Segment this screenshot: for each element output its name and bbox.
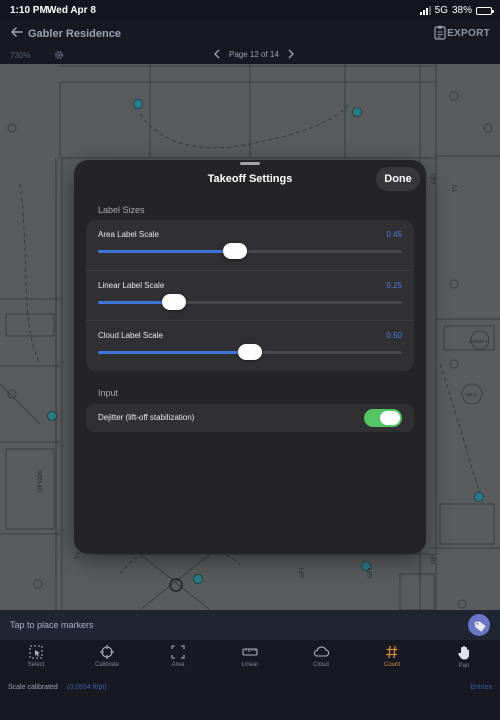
drag-handle[interactable]: [240, 162, 260, 165]
toggle-knob: [380, 411, 400, 425]
slider-fill: [98, 351, 250, 354]
slider-label: Area Label Scale: [98, 230, 159, 239]
tag-button[interactable]: [468, 614, 490, 636]
dejitter-row: Dejitter (lift-off stabilization): [86, 404, 414, 432]
hint-text: Tap to place markers: [10, 620, 94, 630]
cloud-label-scale-slider[interactable]: [98, 344, 402, 360]
plan-label: GFI: [432, 174, 438, 184]
modal-title: Takeoff Settings: [207, 173, 293, 185]
plan-label: CM/SD-1: [469, 339, 488, 344]
slider-value: 0.50: [386, 331, 402, 340]
slider-thumb[interactable]: [222, 243, 247, 259]
slider-value: 0.45: [386, 230, 402, 239]
plan-label: GFI/220: [38, 470, 44, 492]
network-type: 5G: [434, 5, 448, 16]
chevron-left-icon[interactable]: [213, 49, 222, 59]
tool-label: Select: [27, 662, 45, 668]
calibration-status: Scale calibrated: [8, 684, 58, 691]
page-navigator: Page 12 of 14: [213, 49, 295, 59]
slider-value: 0.25: [386, 281, 402, 290]
chevron-right-icon[interactable]: [286, 49, 295, 59]
slider-label: Cloud Label Scale: [98, 331, 163, 340]
status-date: Wed Apr 8: [47, 5, 96, 16]
plan-label: GFI: [431, 554, 437, 564]
slider-label: Linear Label Scale: [98, 281, 165, 290]
calibration-value: (0.0554 ft/pt): [67, 684, 107, 691]
header: Gabler Residence EXPORT: [0, 20, 500, 46]
page-indicator: Page 12 of 14: [229, 49, 279, 59]
linear-label-scale-slider[interactable]: [98, 294, 402, 310]
plan-label: SD-1: [466, 392, 477, 397]
marker-hint-bar: Tap to place markers: [0, 610, 500, 640]
tool-area[interactable]: Area: [153, 645, 203, 668]
area-label-scale-slider[interactable]: [98, 243, 402, 259]
project-title: Gabler Residence: [28, 28, 121, 40]
area-label-scale-row: Area Label Scale 0.45: [86, 220, 414, 270]
plan-label: TV: [453, 184, 459, 192]
arrow-left-icon[interactable]: [10, 25, 24, 39]
tool-label: Cloud: [313, 662, 329, 668]
status-bar: 1:10 PM Wed Apr 8 5G 38%: [0, 0, 500, 20]
tool-calibrate[interactable]: Calibrate: [82, 645, 132, 668]
label-sizes-heading: Label Sizes: [98, 205, 145, 215]
slider-thumb[interactable]: [238, 344, 262, 360]
battery-icon: [476, 6, 494, 15]
tool-label: Area: [171, 662, 185, 668]
status-indicators: 5G 38%: [419, 5, 494, 16]
tool-count[interactable]: Count: [367, 645, 417, 668]
battery-percent: 38%: [451, 5, 472, 16]
footer: Scale calibrated (0.0554 ft/pt) Entries: [0, 680, 500, 720]
cloud-icon: [313, 646, 330, 657]
done-button[interactable]: Done: [376, 167, 420, 191]
tool-label: Pan: [458, 663, 470, 669]
slider-thumb[interactable]: [162, 294, 186, 310]
hash-icon: [386, 645, 398, 659]
signal-icon: [419, 6, 431, 15]
label-sizes-group: Area Label Scale 0.45 Linear Label Scale…: [86, 220, 414, 371]
zoom-level: 730%: [10, 51, 31, 60]
hand-icon: [458, 646, 469, 660]
cloud-label-scale-row: Cloud Label Scale 0.50: [86, 320, 414, 370]
status-time: 1:10 PM: [10, 5, 48, 16]
ruler-icon: [242, 648, 258, 656]
linear-label-scale-row: Linear Label Scale 0.25: [86, 270, 414, 320]
dejitter-toggle[interactable]: [364, 409, 402, 427]
plan-label: GFI: [368, 568, 374, 578]
dejitter-label: Dejitter (lift-off stabilization): [98, 413, 195, 422]
input-heading: Input: [98, 388, 119, 398]
tool-pan[interactable]: Pan: [439, 645, 489, 669]
document-toolbar: 730% Page 12 of 14: [0, 46, 500, 64]
takeoff-settings-modal: Takeoff Settings Done Label Sizes Area L…: [74, 160, 426, 554]
crosshair-icon: [100, 645, 114, 659]
tool-label: Calibrate: [94, 662, 119, 668]
tool-cloud[interactable]: Cloud: [296, 645, 346, 668]
tool-select[interactable]: Select: [11, 645, 61, 668]
select-icon: [29, 645, 43, 659]
tool-label: Linear: [241, 662, 259, 668]
area-icon: [171, 645, 185, 659]
tool-bar: Select Calibrate Area Linear Cloud Count…: [0, 640, 500, 680]
tool-linear[interactable]: Linear: [225, 645, 275, 668]
slider-fill: [98, 250, 235, 253]
plan-label: GFI: [300, 568, 306, 578]
gear-icon[interactable]: [54, 50, 64, 60]
clipboard-icon[interactable]: [434, 25, 446, 40]
export-button[interactable]: EXPORT: [447, 28, 490, 39]
entries-link[interactable]: Entries: [470, 684, 492, 691]
tag-icon: [474, 621, 486, 632]
tool-label: Count: [383, 662, 400, 668]
